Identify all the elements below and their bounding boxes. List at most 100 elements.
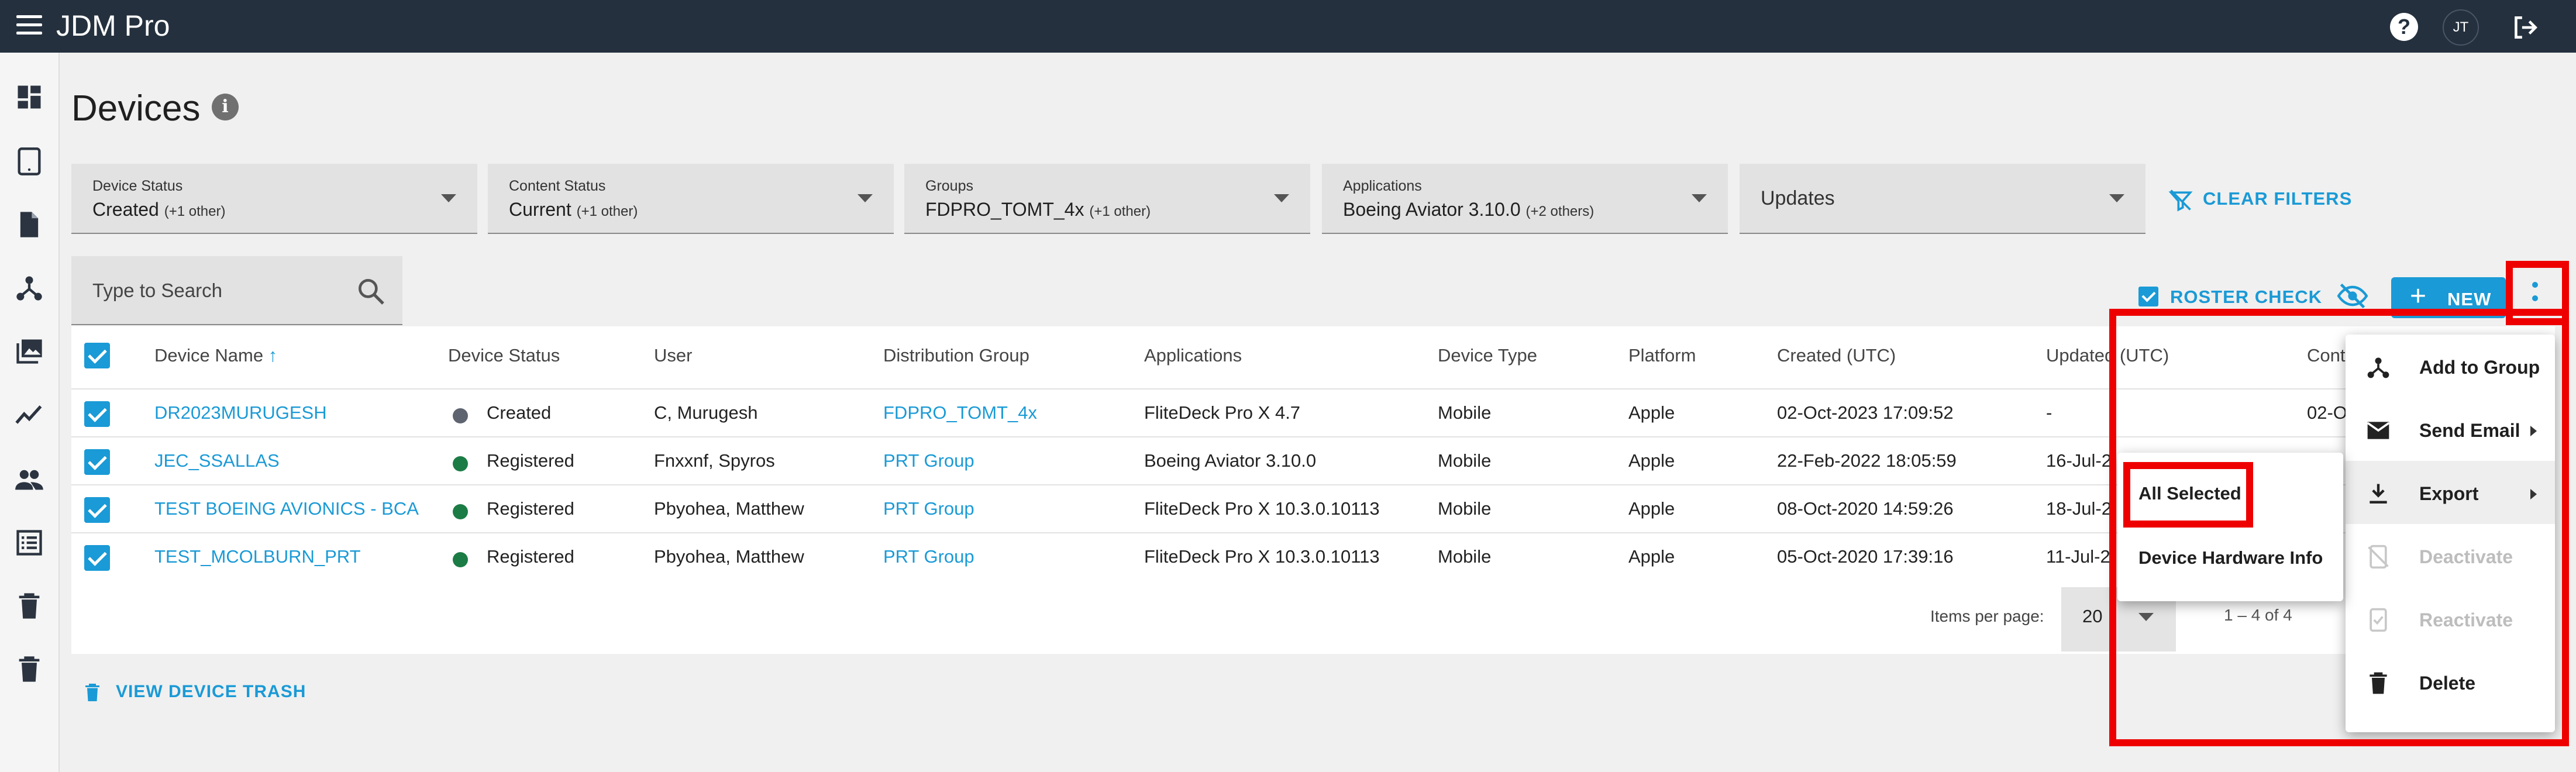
tablet-device-icon[interactable] bbox=[14, 146, 44, 177]
info-icon[interactable]: i bbox=[212, 94, 239, 120]
items-per-page-label: Items per page: bbox=[1930, 607, 2044, 625]
sort-arrow-up-icon: ↑ bbox=[268, 345, 278, 366]
filter-value: Boeing Aviator 3.10.0 (+2 others) bbox=[1343, 199, 1594, 220]
app-title: JDM Pro bbox=[56, 9, 170, 42]
chevron-down-icon bbox=[1692, 194, 1707, 202]
column-header-device-type[interactable]: Device Type bbox=[1438, 345, 1537, 366]
device-type: Mobile bbox=[1438, 402, 1492, 423]
distribution-group-link[interactable]: PRT Group bbox=[883, 546, 974, 567]
visibility-off-icon[interactable] bbox=[2335, 281, 2370, 311]
search-input[interactable]: Type to Search bbox=[71, 256, 402, 325]
trending-chart-icon[interactable] bbox=[14, 400, 44, 430]
row-checkbox[interactable] bbox=[84, 497, 110, 523]
applications: FliteDeck Pro X 10.3.0.10113 bbox=[1144, 546, 1380, 567]
device-name-link[interactable]: TEST BOEING AVIONICS - BCA bbox=[154, 498, 419, 519]
filter-updates[interactable]: Updates bbox=[1740, 164, 2145, 234]
trash-icon[interactable] bbox=[14, 654, 44, 684]
logout-icon[interactable] bbox=[2508, 13, 2541, 42]
status-dot bbox=[453, 504, 468, 519]
column-header-device-status[interactable]: Device Status bbox=[448, 345, 560, 366]
created-date: 22-Feb-2022 18:05:59 bbox=[1777, 450, 1957, 471]
platform: Apple bbox=[1628, 402, 1675, 423]
select-all-checkbox[interactable] bbox=[84, 343, 110, 368]
filter-device-status[interactable]: Device Status Created (+1 other) bbox=[71, 164, 477, 234]
device-status: Registered bbox=[487, 450, 574, 471]
images-icon[interactable] bbox=[14, 336, 44, 366]
filter-value: Updates bbox=[1761, 187, 1835, 209]
device-type: Mobile bbox=[1438, 546, 1492, 567]
status-dot bbox=[453, 408, 468, 423]
distribution-group-link[interactable]: FDPRO_TOMT_4x bbox=[883, 402, 1037, 423]
filter-value: Current (+1 other) bbox=[509, 199, 638, 220]
top-app-bar: JDM Pro ? JT bbox=[0, 0, 2576, 53]
device-status: Created bbox=[487, 402, 552, 423]
users-icon[interactable] bbox=[14, 464, 44, 495]
user: Pbyohea, Matthew bbox=[654, 498, 804, 519]
user-avatar[interactable]: JT bbox=[2443, 9, 2479, 46]
device-type: Mobile bbox=[1438, 450, 1492, 471]
filter-label: Device Status bbox=[92, 178, 183, 194]
device-status: Registered bbox=[487, 498, 574, 519]
filter-content-status[interactable]: Content Status Current (+1 other) bbox=[488, 164, 894, 234]
applications: FliteDeck Pro X 4.7 bbox=[1144, 402, 1301, 423]
updated-date: 18-Jul-2 bbox=[2046, 498, 2112, 519]
group-hierarchy-icon[interactable] bbox=[14, 273, 44, 303]
platform: Apple bbox=[1628, 450, 1675, 471]
column-header-distribution-group[interactable]: Distribution Group bbox=[883, 345, 1029, 366]
checkbox-checked[interactable] bbox=[2138, 287, 2158, 306]
trash-icon[interactable] bbox=[14, 591, 44, 621]
chevron-down-icon bbox=[441, 194, 456, 202]
column-header-platform[interactable]: Platform bbox=[1628, 345, 1696, 366]
dashboard-icon[interactable] bbox=[14, 82, 44, 112]
filter-groups[interactable]: Groups FDPRO_TOMT_4x (+1 other) bbox=[904, 164, 1310, 234]
device-type: Mobile bbox=[1438, 498, 1492, 519]
filter-value: FDPRO_TOMT_4x (+1 other) bbox=[925, 199, 1151, 220]
updated-date: 16-Jul-2 bbox=[2046, 450, 2112, 471]
chevron-down-icon bbox=[2109, 194, 2124, 202]
column-header-applications[interactable]: Applications bbox=[1144, 345, 1242, 366]
created-date: 02-Oct-2023 17:09:52 bbox=[1777, 402, 1954, 423]
created-date: 05-Oct-2020 17:39:16 bbox=[1777, 546, 1954, 567]
distribution-group-link[interactable]: PRT Group bbox=[883, 498, 974, 519]
column-header-created[interactable]: Created (UTC) bbox=[1777, 345, 1896, 366]
filter-applications[interactable]: Applications Boeing Aviator 3.10.0 (+2 o… bbox=[1322, 164, 1728, 234]
user: C, Murugesh bbox=[654, 402, 758, 423]
platform: Apple bbox=[1628, 546, 1675, 567]
list-icon[interactable] bbox=[14, 528, 44, 558]
status-dot bbox=[453, 552, 468, 567]
device-name-link[interactable]: DR2023MURUGESH bbox=[154, 402, 327, 423]
help-icon[interactable]: ? bbox=[2390, 13, 2418, 41]
items-per-page-value: 20 bbox=[2082, 606, 2103, 626]
filter-label: Applications bbox=[1343, 178, 1422, 194]
user: Fnxxnf, Spyros bbox=[654, 450, 775, 471]
trash-icon bbox=[85, 684, 99, 701]
user: Pbyohea, Matthew bbox=[654, 546, 804, 567]
search-icon[interactable] bbox=[354, 275, 387, 308]
column-header-user[interactable]: User bbox=[654, 345, 692, 366]
distribution-group-link[interactable]: PRT Group bbox=[883, 450, 974, 471]
updated-date: - bbox=[2046, 402, 2052, 423]
applications: Boeing Aviator 3.10.0 bbox=[1144, 450, 1317, 471]
platform: Apple bbox=[1628, 498, 1675, 519]
column-header-device-name[interactable]: Device Name ↑ bbox=[154, 345, 277, 366]
side-navigation bbox=[0, 53, 60, 772]
plus-icon: + bbox=[2410, 281, 2427, 312]
created-date: 08-Oct-2020 14:59:26 bbox=[1777, 498, 1954, 519]
row-checkbox[interactable] bbox=[84, 449, 110, 475]
document-icon[interactable] bbox=[14, 209, 44, 240]
search-placeholder: Type to Search bbox=[92, 280, 222, 301]
filter-label: Content Status bbox=[509, 178, 606, 194]
highlight-box-actions-area bbox=[2109, 309, 2569, 746]
device-name-link[interactable]: JEC_SSALLAS bbox=[154, 450, 280, 471]
device-name-link[interactable]: TEST_MCOLBURN_PRT bbox=[154, 546, 361, 567]
row-checkbox[interactable] bbox=[84, 401, 110, 427]
page-title: Devices bbox=[71, 88, 201, 129]
row-checkbox[interactable] bbox=[84, 545, 110, 571]
highlight-box-all-selected bbox=[2123, 462, 2253, 528]
applications: FliteDeck Pro X 10.3.0.10113 bbox=[1144, 498, 1380, 519]
status-dot bbox=[453, 456, 468, 471]
chevron-down-icon bbox=[857, 194, 873, 202]
filter-value: Created (+1 other) bbox=[92, 199, 226, 220]
hamburger-menu-icon[interactable] bbox=[16, 15, 42, 36]
updated-date: 11-Jul-2 bbox=[2046, 546, 2110, 567]
